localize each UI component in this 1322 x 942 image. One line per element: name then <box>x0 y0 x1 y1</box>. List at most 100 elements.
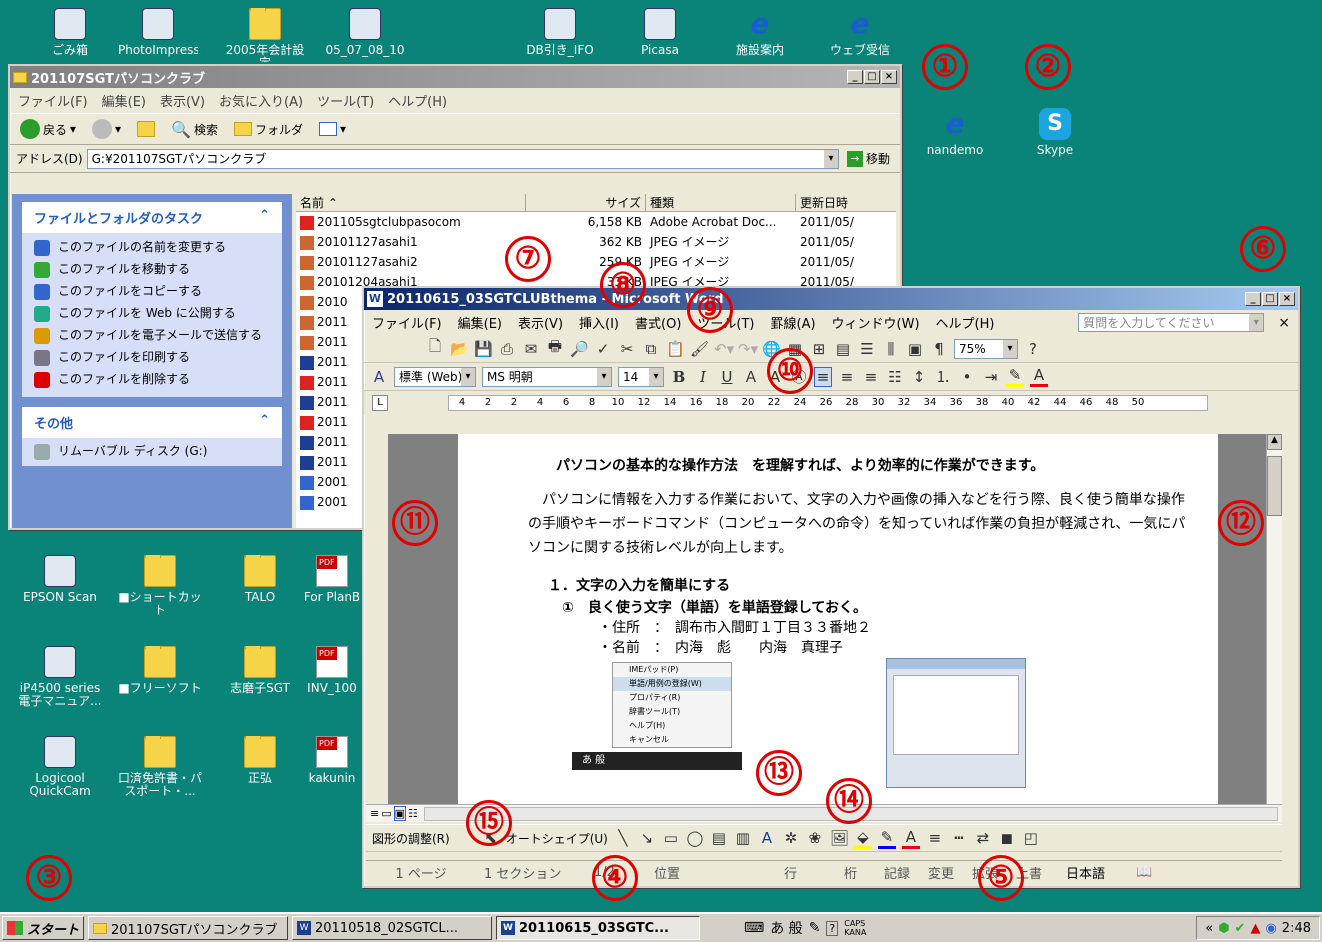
desktop-icon[interactable]: INV_100 <box>302 646 362 726</box>
menu-item[interactable]: ファイル(F) <box>372 313 442 332</box>
spelling-status-icon[interactable]: 📖 <box>1128 865 1160 880</box>
autoshape-button[interactable]: オートシェイプ(U) <box>506 830 608 847</box>
column-size[interactable]: サイズ <box>526 194 646 211</box>
desktop-icon[interactable]: e 施設案内 <box>720 8 800 62</box>
open-icon[interactable]: 📂 <box>450 340 469 358</box>
minimize-button[interactable]: _ <box>847 70 863 84</box>
task-item[interactable]: このファイルの名前を変更する <box>22 237 282 259</box>
desktop-icon[interactable]: 正弘 <box>218 736 302 816</box>
normal-view-icon[interactable]: ≡ <box>370 807 379 820</box>
desktop-icon[interactable]: PhotoImpression <box>118 8 198 62</box>
cut-icon[interactable]: ✂ <box>618 340 636 358</box>
print-layout-icon[interactable]: ▣ <box>393 806 407 821</box>
desktop-icon-skype[interactable]: S Skype <box>1015 108 1095 157</box>
desktop-icon[interactable]: DB引き_IFO <box>520 8 600 62</box>
menu-item[interactable]: 罫線(A) <box>771 313 816 332</box>
italic-icon[interactable]: I <box>694 368 712 386</box>
tasks-header[interactable]: ファイルとフォルダのタスク ⌃ <box>22 202 282 233</box>
menu-item[interactable]: ツール(T) <box>317 91 374 110</box>
tray-network-icon[interactable]: ⬢ <box>1218 921 1229 936</box>
status-trk[interactable]: 変更 <box>920 863 964 882</box>
font-select[interactable]: MS 明朝 <box>482 366 612 387</box>
start-button[interactable]: スタート <box>2 916 85 940</box>
save-icon[interactable]: 💾 <box>474 340 493 358</box>
document-map-icon[interactable]: ▣ <box>906 340 924 358</box>
maximize-button[interactable]: □ <box>1262 292 1278 306</box>
status-rec[interactable]: 記録 <box>876 863 920 882</box>
desktop-icon-nandemo[interactable]: e nandemo <box>915 108 995 157</box>
drawing-icon[interactable]: ⫼ <box>882 340 900 358</box>
back-button[interactable]: 戻る ▾ <box>16 117 80 141</box>
file-row[interactable]: 201105sgtclubpasocom 6,158 KB Adobe Acroba… <box>296 212 896 232</box>
email-icon[interactable]: ✉ <box>522 340 540 358</box>
rectangle-icon[interactable]: ▭ <box>662 829 680 847</box>
column-type[interactable]: 種類 <box>646 194 796 211</box>
vertical-ruler[interactable] <box>366 434 388 804</box>
task-item[interactable]: このファイルを電子メールで送信する <box>22 325 282 347</box>
align-center-icon[interactable]: ≡ <box>838 368 856 386</box>
desktop-icon[interactable]: 05_07_08_10 <box>325 8 405 62</box>
desktop-icon[interactable]: 口済免許書・パスポート・... <box>118 736 202 816</box>
desktop-icon[interactable]: 2005年会計設定 <box>225 8 305 62</box>
desktop-icon[interactable]: ■ショートカット <box>118 555 202 635</box>
go-button[interactable]: → 移動 <box>843 148 894 169</box>
close-button[interactable]: × <box>1279 292 1295 306</box>
arrow-style-icon[interactable]: ⇄ <box>974 829 992 847</box>
line-style-icon[interactable]: ≡ <box>926 829 944 847</box>
fill-color-icon[interactable]: ⬙ <box>853 828 872 849</box>
bold-icon[interactable]: B <box>670 368 688 386</box>
bullets-icon[interactable]: • <box>958 368 976 386</box>
indent-icon[interactable]: ⇥ <box>982 368 1000 386</box>
desktop-icon[interactable]: EPSON Scan <box>18 555 102 635</box>
task-item[interactable]: このファイルを印刷する <box>22 347 282 369</box>
columns-icon[interactable]: ☰ <box>858 340 876 358</box>
insert-table-icon[interactable]: ⊞ <box>810 340 828 358</box>
file-row[interactable]: 20101127asahi2 259 KB JPEG イメージ 2011/05/ <box>296 252 896 272</box>
desktop-icon[interactable]: e ウェブ受信 <box>820 8 900 62</box>
desktop-icon[interactable]: 志磨子SGT <box>218 646 302 726</box>
3d-icon[interactable]: ◰ <box>1022 829 1040 847</box>
desktop-icon[interactable]: Picasa <box>620 8 700 62</box>
taskbar-button-explorer[interactable]: 201107SGTパソコンクラブ <box>88 916 289 940</box>
highlight-icon[interactable]: ✎ <box>1006 366 1024 387</box>
help-icon[interactable]: ? <box>1024 340 1042 358</box>
maximize-button[interactable]: □ <box>864 70 880 84</box>
menu-item[interactable]: 表示(V) <box>160 91 205 110</box>
document-page[interactable]: パソコンの基本的な操作方法 を理解すれば、より効率的に作業ができます。 パソコン… <box>458 434 1218 804</box>
copy-icon[interactable]: ⧉ <box>642 340 660 358</box>
task-item[interactable]: このファイルを Web に公開する <box>22 303 282 325</box>
search-button[interactable]: 🔍 検索 <box>167 118 222 141</box>
font-color-icon[interactable]: A <box>1030 366 1048 387</box>
help-question-input[interactable]: 質問を入力してください <box>1078 313 1265 332</box>
tray-app-icon[interactable]: ▲ <box>1250 921 1260 936</box>
distribute-icon[interactable]: ☷ <box>886 368 904 386</box>
draw-adjust-button[interactable]: 図形の調整(R) <box>372 830 450 847</box>
font-size-select[interactable]: 14 <box>618 366 664 387</box>
outline-view-icon[interactable]: ☷ <box>408 807 418 820</box>
print-icon[interactable]: 🖶 <box>546 336 564 361</box>
other-item[interactable]: リムーバブル ディスク (G:) <box>22 438 282 466</box>
desktop-icon[interactable]: Logicool QuickCam <box>18 736 102 816</box>
wordart-icon[interactable]: A <box>758 829 776 847</box>
permission-icon[interactable]: ⎙ <box>498 340 516 358</box>
taskbar-button-word1[interactable]: W 20110518_02SGTCL... <box>292 916 493 940</box>
ime-pad-icon[interactable]: ✎ <box>809 920 821 936</box>
desktop-icon[interactable]: TALO <box>218 555 302 635</box>
minimize-button[interactable]: _ <box>1245 292 1261 306</box>
web-layout-icon[interactable]: ▭ <box>381 807 391 820</box>
scroll-up-icon[interactable]: ▲ <box>1267 434 1282 450</box>
clock[interactable]: 2:48 <box>1282 921 1311 936</box>
vertical-textbox-icon[interactable]: ▥ <box>734 829 752 847</box>
menu-item[interactable]: ヘルプ(H) <box>388 91 447 110</box>
paste-icon[interactable]: 📋 <box>666 340 685 358</box>
border-char-icon[interactable]: Ａ <box>742 366 760 387</box>
views-button[interactable]: ▾ <box>315 120 350 138</box>
tab-selector-icon[interactable]: L <box>372 395 388 411</box>
taskbar-button-word2[interactable]: W 20110615_03SGTC... <box>496 916 701 940</box>
menu-item[interactable]: 編集(E) <box>102 91 146 110</box>
redo-icon[interactable]: ↷▾ <box>738 340 758 358</box>
menu-item[interactable]: 書式(O) <box>635 313 681 332</box>
menu-item[interactable]: ヘルプ(H) <box>936 313 995 332</box>
keyboard-icon[interactable]: ⌨ <box>744 920 764 936</box>
picture-icon[interactable]: 🖼 <box>830 829 849 847</box>
